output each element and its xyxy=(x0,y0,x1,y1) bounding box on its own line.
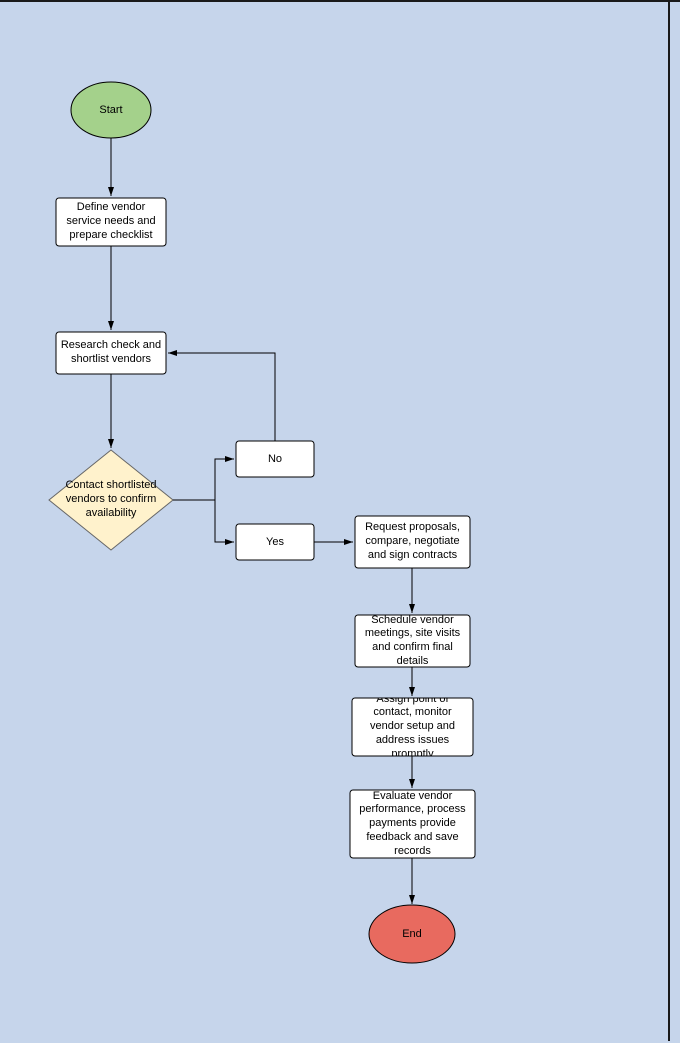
start-label: Start xyxy=(99,104,122,116)
edge-contact-yes xyxy=(215,500,234,542)
assign-label: Assign point of contact, monitor vendor … xyxy=(352,698,473,756)
request-label: Request proposals, compare, negotiate an… xyxy=(355,516,470,568)
right-border-line xyxy=(668,2,670,1041)
evaluate-label: Evaluate vendor performance, process pay… xyxy=(350,790,475,858)
contact-label: Contact shortlisted vendors to confirm a… xyxy=(59,465,163,535)
research-label: Research check and shortlist vendors xyxy=(56,332,166,374)
edge-contact-no xyxy=(173,459,234,500)
yes-label: Yes xyxy=(266,536,284,548)
no-label: No xyxy=(268,453,282,465)
edge-no-research xyxy=(168,353,275,441)
define-label: Define vendor service needs and prepare … xyxy=(56,198,166,246)
end-label: End xyxy=(402,928,422,940)
schedule-label: Schedule vendor meetings, site visits an… xyxy=(355,615,470,667)
flowchart-canvas: Start Define vendor service needs and pr… xyxy=(0,2,680,1043)
